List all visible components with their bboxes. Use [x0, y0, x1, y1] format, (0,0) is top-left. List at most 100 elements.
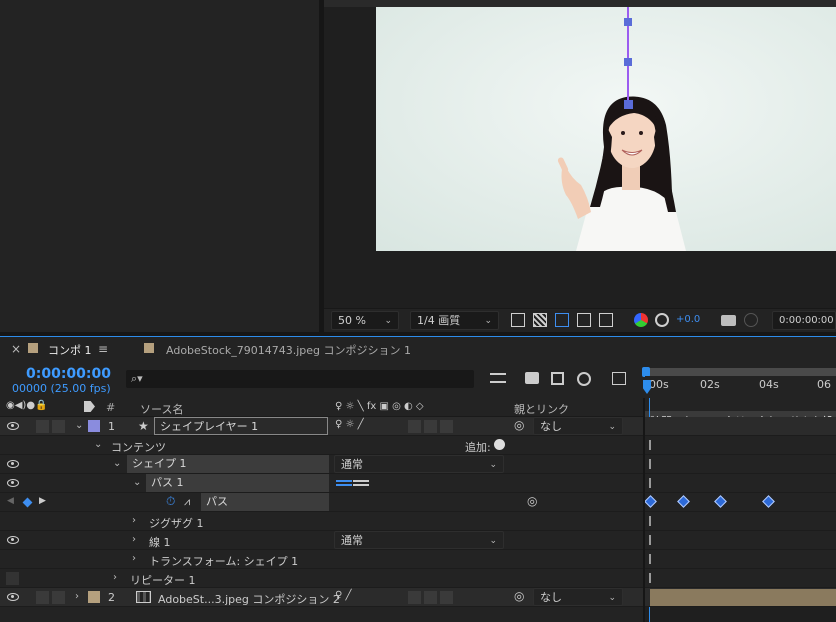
- frame-blending-icon[interactable]: [551, 372, 564, 385]
- draft-3d-icon[interactable]: [525, 372, 539, 384]
- solo-switch[interactable]: [36, 591, 49, 604]
- stroke-row[interactable]: › 線 1 通常 ⌄: [0, 531, 836, 550]
- layer-name-field[interactable]: シェイプレイヤー 1: [154, 417, 328, 435]
- show-snapshot-icon[interactable]: [744, 313, 758, 327]
- shape-1-mode-text: 通常: [341, 458, 363, 471]
- next-keyframe-icon[interactable]: ▶: [39, 496, 46, 506]
- expand-chevron-icon[interactable]: ⌄: [94, 439, 102, 450]
- tab-comp-1[interactable]: コンポ 1: [48, 342, 92, 358]
- comp-flowchart-icon[interactable]: [490, 373, 506, 383]
- layer-switches[interactable]: ♀ ╱: [335, 590, 352, 601]
- repeater-row[interactable]: › リピーター 1: [0, 569, 836, 588]
- pickwhip-icon[interactable]: ◎: [527, 494, 537, 508]
- mask-visibility-icon[interactable]: [555, 313, 569, 327]
- keyframe-indicator-icon[interactable]: [22, 497, 33, 508]
- shape-path-overlay[interactable]: [376, 7, 836, 251]
- path-1-row[interactable]: ⌄ パス 1: [0, 474, 836, 493]
- time-ruler[interactable]: [645, 376, 836, 398]
- chevron-down-icon: ⌄: [484, 316, 492, 326]
- switch-box[interactable]: [424, 420, 437, 433]
- column-parent-link[interactable]: 親とリンク: [514, 401, 569, 417]
- label-color-purple[interactable]: [88, 420, 100, 432]
- path-direction-icon[interactable]: [336, 480, 352, 486]
- path-property-name[interactable]: パス: [201, 493, 329, 511]
- add-play-icon[interactable]: [494, 439, 505, 450]
- current-time[interactable]: 0:00:00:00: [26, 366, 111, 382]
- star-shape-icon: ★: [138, 419, 149, 433]
- collapse-chevron-icon[interactable]: ›: [132, 515, 136, 526]
- path-1-name[interactable]: パス 1: [146, 474, 329, 492]
- eye-off-box[interactable]: [6, 572, 19, 585]
- composition-viewer[interactable]: [324, 0, 836, 308]
- motion-blur-icon[interactable]: [577, 372, 591, 386]
- switch-box[interactable]: [440, 591, 453, 604]
- transparency-grid-icon[interactable]: [533, 313, 547, 327]
- ruler-label-02s: 02s: [700, 378, 720, 391]
- lock-switch[interactable]: [52, 420, 65, 433]
- region-of-interest-icon[interactable]: [511, 313, 525, 327]
- pickwhip-icon[interactable]: ◎: [514, 589, 524, 603]
- shape-1-row[interactable]: ⌄ シェイプ 1 通常 ⌄: [0, 455, 836, 474]
- path-direction-reverse-icon[interactable]: [353, 480, 369, 486]
- expand-chevron-icon[interactable]: ⌄: [113, 458, 121, 469]
- graph-icon[interactable]: ⩘: [184, 495, 190, 509]
- resolution-dropdown[interactable]: 1/4 画質 ⌄: [410, 311, 499, 330]
- tab-menu-icon[interactable]: ≡: [98, 342, 108, 356]
- collapse-chevron-icon[interactable]: ›: [132, 553, 136, 564]
- shape-1-name[interactable]: シェイプ 1: [127, 455, 329, 473]
- parent-dropdown[interactable]: なし ⌄: [533, 588, 623, 606]
- layer-row-1[interactable]: ⌄ 1 ★ シェイプレイヤー 1 ♀ ☼ ╱ ◎ なし ⌄: [0, 417, 836, 436]
- zigzag-row[interactable]: › ジグザグ 1: [0, 512, 836, 531]
- eye-icon[interactable]: [7, 422, 19, 430]
- collapse-chevron-icon[interactable]: ›: [113, 572, 117, 583]
- safe-margins-icon[interactable]: [577, 313, 591, 327]
- eye-icon[interactable]: [7, 593, 19, 601]
- expand-chevron-icon[interactable]: ⌄: [75, 420, 83, 431]
- path-property-row[interactable]: ◀ ▶ ⏱ ⩘ パス ◎: [0, 493, 836, 512]
- stroke-blend-mode[interactable]: 通常 ⌄: [334, 531, 504, 549]
- zoom-dropdown[interactable]: 50 % ⌄: [331, 311, 399, 330]
- eye-icon[interactable]: [7, 536, 19, 544]
- layer-switches[interactable]: ♀ ☼ ╱: [335, 419, 364, 430]
- column-source-name[interactable]: ソース名: [140, 401, 183, 417]
- switch-box[interactable]: [440, 420, 453, 433]
- label-color-tan[interactable]: [88, 591, 100, 603]
- pickwhip-icon[interactable]: ◎: [514, 418, 524, 432]
- switch-box[interactable]: [408, 420, 421, 433]
- shape-1-blend-mode[interactable]: 通常 ⌄: [334, 455, 504, 473]
- eye-icon[interactable]: [7, 479, 19, 487]
- color-channels-icon[interactable]: [634, 313, 648, 327]
- parent-dropdown[interactable]: なし ⌄: [533, 417, 623, 435]
- solo-switch[interactable]: [36, 420, 49, 433]
- eye-icon[interactable]: [7, 460, 19, 468]
- composition-frame[interactable]: [376, 7, 836, 251]
- path-1-text: パス 1: [151, 476, 184, 489]
- guides-icon[interactable]: [599, 313, 613, 327]
- expand-chevron-icon[interactable]: ⌄: [133, 477, 141, 488]
- collapse-chevron-icon[interactable]: ›: [75, 591, 79, 602]
- graph-editor-icon[interactable]: [612, 372, 626, 385]
- collapse-chevron-icon[interactable]: ›: [132, 534, 136, 545]
- chevron-down-icon: ⌄: [489, 460, 497, 470]
- viewer-right-edge: [320, 0, 324, 332]
- exposure-icon[interactable]: [655, 313, 669, 327]
- stopwatch-icon[interactable]: ⏱: [166, 494, 175, 509]
- layer-search-input[interactable]: [126, 370, 474, 388]
- prev-keyframe-icon[interactable]: ◀: [7, 496, 14, 506]
- work-area-bar[interactable]: [645, 368, 836, 376]
- camera-icon[interactable]: [721, 315, 736, 326]
- layer-2-duration-bar[interactable]: [650, 589, 836, 606]
- transform-row[interactable]: › トランスフォーム: シェイプ 1: [0, 550, 836, 569]
- comp-color-swatch: [144, 343, 154, 353]
- exposure-value[interactable]: +0.0: [676, 314, 700, 325]
- viewer-timecode-text: 0:00:00:00: [779, 315, 834, 326]
- layer-2-name[interactable]: AdobeSt...3.jpeg コンポジション 2: [158, 591, 340, 607]
- tab-source-comp[interactable]: AdobeStock_79014743.jpeg コンポジション 1: [166, 342, 411, 358]
- lock-switch[interactable]: [52, 591, 65, 604]
- switch-box[interactable]: [424, 591, 437, 604]
- contents-row[interactable]: ⌄ コンテンツ 追加:: [0, 436, 836, 455]
- viewer-toolbar: 50 % ⌄ 1/4 画質 ⌄ +0.0 0:00:00:00: [324, 308, 836, 332]
- switch-box[interactable]: [408, 591, 421, 604]
- close-tab-icon[interactable]: ×: [11, 342, 21, 356]
- viewer-timecode[interactable]: 0:00:00:00: [772, 311, 836, 330]
